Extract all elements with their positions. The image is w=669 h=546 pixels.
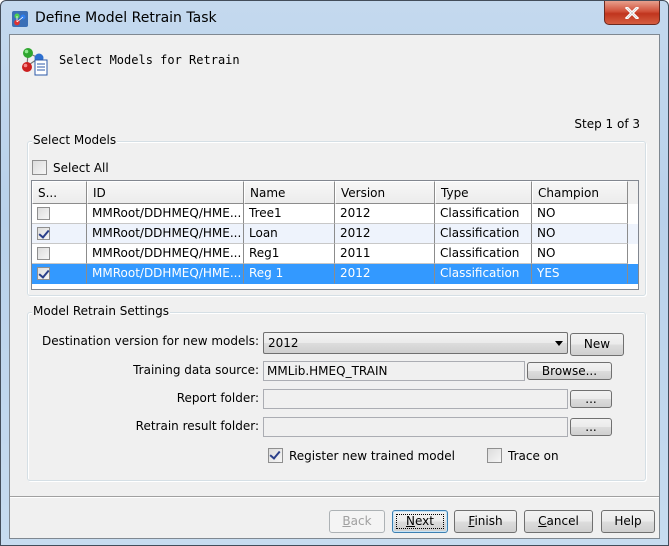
destination-version-label: Destination version for new models: [41,334,259,348]
column-header-champion[interactable]: Champion [532,181,628,204]
focus-ring [396,514,444,529]
finish-label: inish [474,514,503,528]
close-icon [625,6,639,19]
step-indicator: Step 1 of 3 [574,117,640,131]
training-data-field[interactable]: MMLib.HMEQ_TRAIN [263,361,525,381]
row-select-cell[interactable] [32,204,87,224]
table-header: S... ID Name Version Type Champion [32,181,638,204]
new-version-button[interactable]: New [570,333,624,356]
select-all-box[interactable] [32,160,47,175]
select-all-checkbox[interactable]: Select All [32,160,109,175]
row-select-checkbox[interactable] [37,267,50,280]
cancel-label: ancel [546,514,579,528]
cell-type: Classification [435,244,532,264]
help-button[interactable]: Help [601,510,655,533]
report-folder-field[interactable] [263,389,568,409]
footer-separator [10,496,659,498]
table-body: MMRoot/DDHMEQ/HME... Tree1 2012 Classificat… [32,204,638,284]
cell-champion: NO [532,244,628,264]
table-row[interactable]: MMRoot/DDHMEQ/HME... Reg1 2011 Classificati… [32,244,638,264]
back-label: ack [350,514,372,528]
model-network-icon [12,11,28,27]
table-row[interactable]: MMRoot/DDHMEQ/HME... Tree1 2012 Classificat… [32,204,638,224]
cell-champion: NO [532,224,628,244]
cell-champion: NO [532,204,628,224]
window-title: Define Model Retrain Task [35,10,217,26]
table-row[interactable]: MMRoot/DDHMEQ/HME... Reg 1 2012 Classificat… [32,264,638,284]
retrain-settings-legend: Model Retrain Settings [32,304,170,318]
table-row[interactable]: MMRoot/DDHMEQ/HME... Loan 2012 Classificati… [32,224,638,244]
cell-version: 2012 [335,264,435,284]
back-button[interactable]: Back [329,510,385,533]
row-select-checkbox[interactable] [37,227,50,240]
retrain-browse-label: ... [585,420,597,434]
title-bar[interactable]: Define Model Retrain Task [1,1,668,35]
cell-version: 2011 [335,244,435,264]
column-header-name[interactable]: Name [244,181,335,204]
cell-name: Tree1 [244,204,335,224]
models-table: S... ID Name Version Type Champion MMRoo… [31,180,639,290]
row-select-cell[interactable] [32,244,87,264]
browse-button-label: Browse... [541,364,598,378]
models-document-icon [22,48,48,76]
destination-version-value: 2012 [268,336,299,350]
column-header-id[interactable]: ID [87,181,244,204]
row-select-checkbox[interactable] [37,247,50,260]
cell-id: MMRoot/DDHMEQ/HME... [87,224,244,244]
register-model-box[interactable] [268,448,283,463]
retrain-result-folder-field[interactable] [263,417,568,437]
trace-on-label: Trace on [508,448,559,463]
cell-id: MMRoot/DDHMEQ/HME... [87,244,244,264]
finish-button[interactable]: Finish [454,510,517,533]
chevron-down-icon [555,341,563,346]
select-all-label: Select All [53,160,109,175]
cell-champion: YES [532,264,628,284]
retrain-result-browse-button[interactable]: ... [570,418,612,436]
cell-type: Classification [435,224,532,244]
cancel-mnemonic: C [538,514,547,528]
report-folder-label: Report folder: [176,391,259,405]
dialog-content: Select Models for Retrain Step 1 of 3 Se… [9,34,660,539]
trace-on-box[interactable] [487,448,502,463]
training-data-label: Training data source: [133,363,259,377]
register-model-label: Register new trained model [289,448,455,463]
row-select-cell[interactable] [32,224,87,244]
dialog-window: Define Model Retrain Task Select Models … [0,0,669,546]
select-models-legend: Select Models [32,133,118,147]
cell-name: Reg 1 [244,264,335,284]
column-header-type[interactable]: Type [435,181,532,204]
cell-id: MMRoot/DDHMEQ/HME... [87,204,244,224]
page-heading: Select Models for Retrain [59,53,240,67]
cancel-button[interactable]: Cancel [524,510,593,533]
retrain-result-folder-label: Retrain result folder: [135,419,259,433]
cell-name: Reg1 [244,244,335,264]
cell-type: Classification [435,264,532,284]
cell-version: 2012 [335,224,435,244]
report-folder-browse-button[interactable]: ... [570,390,612,408]
retrain-settings-group: Model Retrain Settings Destination versi… [27,304,646,481]
column-header-select[interactable]: S... [32,181,87,204]
next-button[interactable]: Next [392,510,448,533]
browse-button[interactable]: Browse... [527,362,612,380]
close-button[interactable] [604,1,660,25]
row-select-cell[interactable] [32,264,87,284]
row-select-checkbox[interactable] [37,207,50,220]
cell-name: Loan [244,224,335,244]
cell-type: Classification [435,204,532,224]
cell-id: MMRoot/DDHMEQ/HME... [87,264,244,284]
select-models-group: Select Models Select All S... ID Name Ve… [27,133,646,296]
training-data-value: MMLib.HMEQ_TRAIN [267,364,388,378]
back-mnemonic: B [342,514,351,528]
destination-version-dropdown[interactable]: 2012 [263,332,568,354]
register-model-checkbox[interactable]: Register new trained model [268,448,455,463]
trace-on-checkbox[interactable]: Trace on [487,448,559,463]
column-header-version[interactable]: Version [335,181,435,204]
cell-version: 2012 [335,204,435,224]
report-browse-label: ... [585,392,597,406]
new-button-label: New [583,337,611,351]
help-label: Help [614,514,642,528]
